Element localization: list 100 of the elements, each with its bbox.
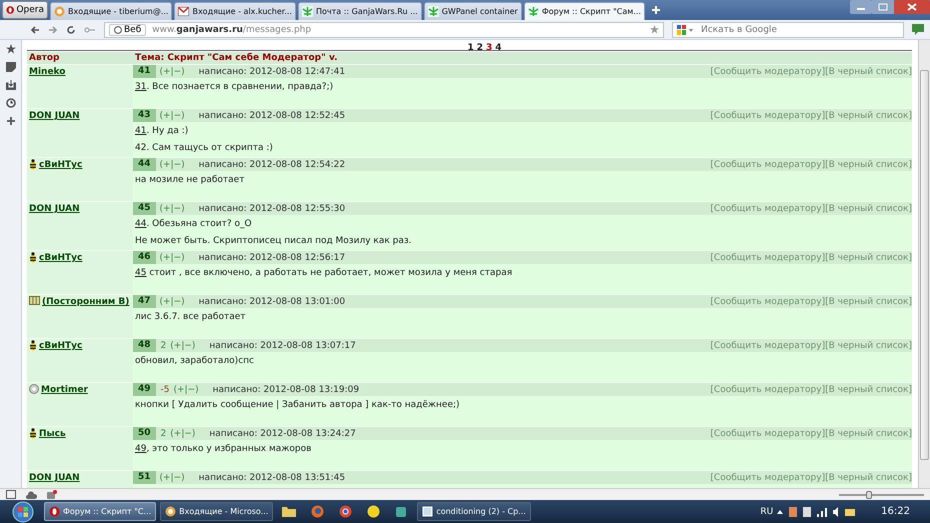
blacklist-link[interactable]: [В черный список] [825, 340, 912, 350]
page-link[interactable]: 1 [467, 44, 474, 50]
post-date: написано: 2012-08-08 13:07:17 [209, 340, 356, 350]
author-link[interactable]: сВиНТус [39, 252, 82, 264]
panel-toggle-icon[interactable] [6, 490, 16, 499]
message-text: 44. Обезьяна стоит? о_О [135, 218, 253, 231]
quote-link[interactable]: 45 [135, 268, 146, 278]
report-link[interactable]: [Сообщить модератору] [710, 472, 826, 482]
vote-button[interactable]: (+|−) [156, 472, 185, 482]
report-link[interactable]: [Сообщить модератору] [710, 252, 826, 262]
leaf-icon [528, 6, 539, 17]
window-controls-icon[interactable] [850, 0, 930, 15]
blacklist-link[interactable]: [В черный список] [825, 204, 912, 214]
quote-link[interactable]: 31 [135, 82, 146, 92]
back-icon[interactable] [30, 24, 40, 34]
download-icon[interactable] [6, 80, 16, 90]
post-number: 47 [133, 295, 156, 308]
leaf-icon [428, 6, 439, 17]
taskbar-window[interactable]: conditioning (2) - Ср... [417, 502, 531, 521]
post-number: 44 [133, 158, 156, 171]
star-icon[interactable] [650, 25, 659, 34]
blacklist-link[interactable]: [В черный список] [825, 472, 912, 482]
browser-tab[interactable]: GWPanel container [424, 2, 522, 20]
post-date: написано: 2012-08-08 12:52:45 [198, 110, 346, 120]
author-link[interactable]: (Посторонним В) [42, 296, 130, 308]
document-icon [422, 506, 434, 517]
reload-icon[interactable] [66, 24, 76, 34]
report-link[interactable]: [Сообщить модератору] [710, 204, 826, 214]
report-link[interactable]: [Сообщить модератору] [710, 428, 826, 438]
cloud-icon[interactable] [26, 490, 37, 498]
author-link[interactable]: Пысь [39, 428, 66, 440]
blacklist-link[interactable]: [В черный список] [825, 296, 912, 306]
report-link[interactable]: [Сообщить модератору] [710, 296, 826, 306]
new-tab-icon[interactable] [650, 5, 661, 15]
zoom-slider-thumb[interactable] [866, 490, 872, 498]
search-engine-icon[interactable] [677, 24, 695, 34]
site-badge[interactable]: Веб [109, 24, 146, 36]
star-icon[interactable] [6, 44, 16, 54]
report-link[interactable]: [Сообщить модератору] [710, 340, 826, 350]
blacklist-link[interactable]: [В черный список] [825, 384, 912, 394]
blacklist-link[interactable]: [В черный список] [825, 252, 912, 262]
taskbar-window[interactable]: Входящие - Microso... [160, 502, 274, 521]
author-link[interactable]: DON JUAN [29, 110, 80, 122]
report-link[interactable]: [Сообщить модератору] [710, 66, 826, 76]
plus-icon[interactable] [6, 116, 16, 126]
clock-time: 16:22 [881, 506, 910, 517]
clock-icon[interactable] [6, 98, 16, 108]
blacklist-link[interactable]: [В черный список] [825, 110, 912, 120]
vote-button[interactable]: (+|−) [156, 160, 185, 170]
address-field[interactable]: Веб www.ganjawars.ru/messages.php [104, 22, 664, 38]
browser-tab[interactable]: Входящие - alx.kucher... [174, 2, 296, 20]
report-link[interactable]: [Сообщить модератору] [710, 384, 826, 394]
quote-link[interactable]: 44 [135, 219, 146, 229]
message-text: Не может быть. Скриптописец писал под Мозилу как раз. [135, 235, 413, 248]
language-indicator[interactable]: RU [760, 506, 774, 516]
speech-bubble-icon[interactable] [912, 24, 924, 35]
page-link[interactable]: 4 [495, 44, 502, 50]
envelope-icon [178, 7, 190, 16]
quote-link[interactable]: 49 [135, 444, 146, 454]
search-field[interactable]: Искать в Google [672, 22, 904, 38]
vote-button[interactable]: (+|−) [156, 110, 185, 120]
taskbar-window[interactable]: Форум :: Скрипт "С... [44, 502, 156, 521]
badge-icon [29, 296, 40, 305]
post-number: 50 [133, 427, 156, 440]
page-link[interactable]: 2 [476, 44, 483, 50]
vote-button[interactable]: (+|−) [166, 428, 196, 438]
vote-button[interactable]: (+|−) [156, 204, 185, 214]
report-link[interactable]: [Сообщить модератору] [710, 110, 826, 120]
vote-button[interactable]: (+|−) [156, 296, 185, 306]
author-link[interactable]: Mineko [29, 66, 66, 78]
browser-tab[interactable]: Почта :: GanjaWars.Ru ... [298, 2, 422, 20]
tray-icons-drawing[interactable] [777, 506, 858, 518]
report-link[interactable]: [Сообщить модератору] [710, 160, 826, 170]
vote-button[interactable]: (+|−) [170, 384, 199, 394]
post-date: написано: 2012-08-08 12:54:22 [198, 160, 346, 170]
author-link[interactable]: DON JUAN [29, 203, 80, 215]
author-link[interactable]: сВиНТус [39, 159, 82, 171]
blacklist-link[interactable]: [В черный список] [825, 66, 912, 76]
blacklist-link[interactable]: [В черный список] [825, 160, 912, 170]
opera-icon [49, 506, 60, 517]
topic-heading: Тема: Скрипт "Сам себе Модератор" v. [134, 52, 338, 64]
browser-tab[interactable]: Форум :: Скрипт "Сам... [524, 2, 645, 20]
author-link[interactable]: DON JUAN [29, 472, 80, 484]
vote-button[interactable]: (+|−) [156, 252, 185, 262]
blacklist-link[interactable]: [В черный список] [825, 428, 912, 438]
note-icon[interactable] [6, 62, 16, 72]
post-rating: 2 [160, 340, 166, 350]
browser-tab[interactable]: Входящие - tiberium@... [50, 2, 172, 20]
page-link[interactable]: 3 [486, 44, 492, 50]
quote-link[interactable]: 41 [135, 126, 146, 136]
author-link[interactable]: сВиНТус [39, 340, 82, 352]
scrollbar[interactable] [918, 40, 930, 488]
post-date: написано: 2012-08-08 13:51:45 [198, 472, 346, 482]
author-link[interactable]: Mortimer [41, 384, 88, 396]
vote-button[interactable]: (+|−) [156, 66, 185, 76]
message-text: кнопки [ Удалить сообщение | Забанить автора ] как-то надёжнее;) [135, 399, 461, 412]
vote-button[interactable]: (+|−) [166, 340, 196, 350]
message-text: 49, это только у избранных мажоров [135, 443, 312, 456]
leaf-icon [302, 6, 313, 17]
opera-menu-button[interactable]: Opera [2, 1, 48, 19]
